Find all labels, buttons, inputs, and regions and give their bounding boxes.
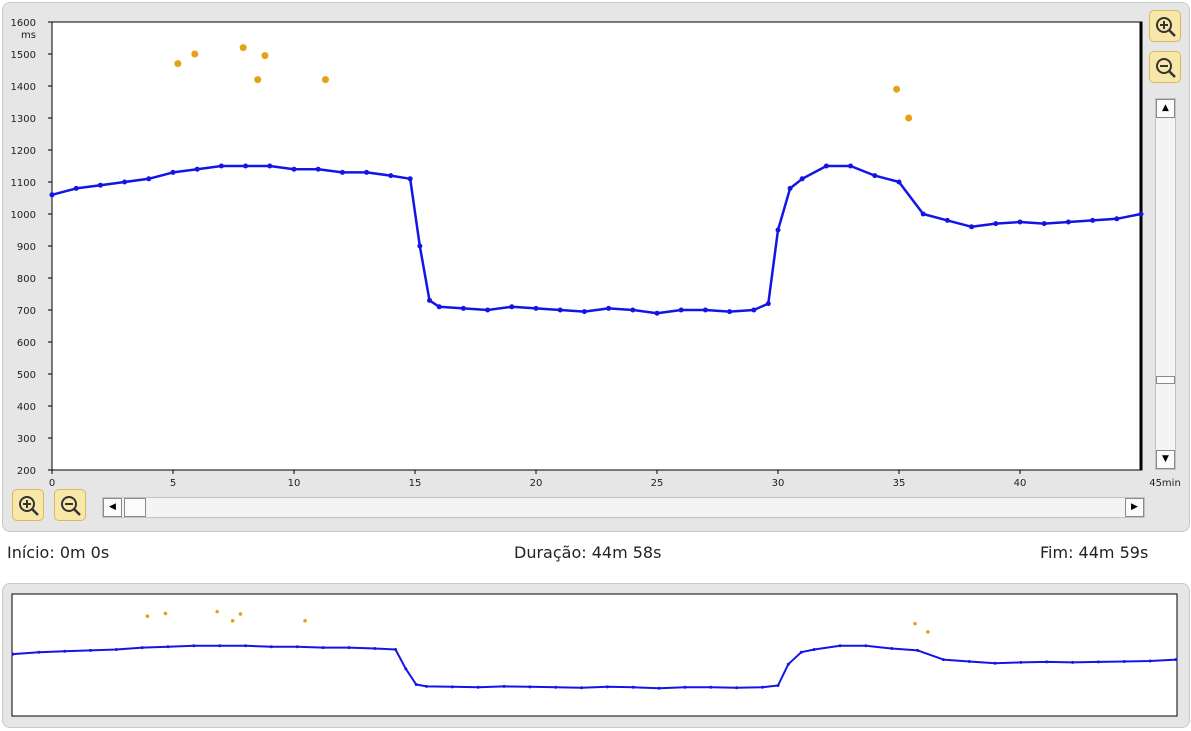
overview-series-point xyxy=(476,685,480,689)
overview-plot-area xyxy=(11,593,1178,717)
overview-series-point xyxy=(1174,658,1178,662)
overview-series-point xyxy=(605,685,609,689)
overview-series-point xyxy=(993,661,997,665)
overview-series-point xyxy=(450,685,454,689)
overview-series-point xyxy=(244,644,248,648)
overview-series-point xyxy=(425,684,429,688)
overview-series-point xyxy=(1019,660,1023,664)
overview-series-point xyxy=(414,683,418,687)
overview-series-point xyxy=(967,659,971,663)
overview-series-point xyxy=(166,645,170,649)
overview-series-point xyxy=(683,685,687,689)
overview-series-point xyxy=(838,644,842,648)
overview-series-point xyxy=(580,686,584,690)
overview-outlier-point xyxy=(145,614,150,619)
overview-outlier-point xyxy=(238,612,243,616)
overview-series-point xyxy=(709,685,713,689)
overview-series-point xyxy=(864,644,868,648)
overview-series-point xyxy=(735,686,739,690)
overview-series-point xyxy=(941,658,945,662)
overview-series-point xyxy=(528,685,532,689)
overview-outlier-point xyxy=(230,619,235,623)
overview-series-point xyxy=(786,662,790,666)
overview-outlier-point xyxy=(926,630,930,634)
overview-outlier-point xyxy=(303,619,307,623)
overview-series-point xyxy=(1148,659,1152,663)
overview-series-point xyxy=(404,667,408,671)
overview-series-point xyxy=(776,683,780,687)
overview-series-point xyxy=(890,647,894,651)
overview-series-point xyxy=(192,644,196,648)
overview-series-point xyxy=(1045,660,1049,664)
overview-outlier-point xyxy=(215,609,219,614)
overview-series-point xyxy=(89,648,93,652)
overview-series-point xyxy=(269,645,273,649)
overview-series-point xyxy=(63,649,67,653)
overview-series-point xyxy=(812,647,816,651)
overview-outlier-point xyxy=(913,621,917,626)
overview-chart[interactable] xyxy=(0,0,1191,731)
overview-series-point xyxy=(140,646,144,650)
overview-series-point xyxy=(1122,659,1126,663)
overview-series-point xyxy=(916,648,920,652)
overview-series-point xyxy=(1096,660,1100,664)
overview-series-point xyxy=(321,646,325,650)
overview-outlier-point xyxy=(163,611,168,616)
overview-series-point xyxy=(393,647,397,651)
overview-series-point xyxy=(554,685,558,689)
overview-series-point xyxy=(657,686,661,690)
overview-series-point xyxy=(295,645,299,649)
overview-series-point xyxy=(502,684,506,688)
overview-series-point xyxy=(631,685,635,689)
overview-series-point xyxy=(37,650,41,654)
overview-series-point xyxy=(347,646,351,650)
overview-series-point xyxy=(114,647,118,651)
overview-series-point xyxy=(760,685,764,689)
overview-series-point xyxy=(799,650,803,654)
overview-series-point xyxy=(218,644,222,648)
overview-series-point xyxy=(373,647,377,651)
overview-series-point xyxy=(1071,660,1075,664)
overview-series-point xyxy=(11,652,15,656)
